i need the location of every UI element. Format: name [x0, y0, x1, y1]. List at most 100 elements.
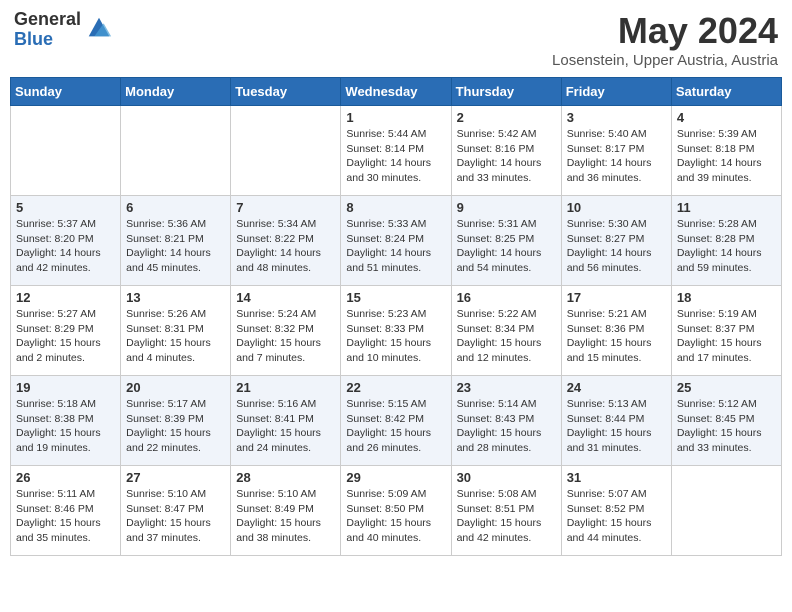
calendar-cell: 11 Sunrise: 5:28 AM Sunset: 8:28 PM Dayli… [671, 196, 781, 286]
day-number: 22 [346, 380, 445, 395]
day-info: Sunrise: 5:10 AM Sunset: 8:47 PM Dayligh… [126, 487, 225, 546]
calendar-week-row: 12Sunrise: 5:27 AM Sunset: 8:29 PM Dayli… [11, 286, 782, 376]
day-info: Sunrise: 5:40 AM Sunset: 8:17 PM Dayligh… [567, 127, 666, 186]
calendar-cell: 3 Sunrise: 5:40 AM Sunset: 8:17 PM Daylig… [561, 106, 671, 196]
calendar-cell: 19Sunrise: 5:18 AM Sunset: 8:38 PM Dayli… [11, 376, 121, 466]
logo-blue-text: Blue [14, 30, 81, 50]
day-number: 16 [457, 290, 556, 305]
weekday-header: Saturday [671, 78, 781, 106]
calendar-week-row: 5Sunrise: 5:37 AM Sunset: 8:20 PM Daylig… [11, 196, 782, 286]
calendar-cell: 7 Sunrise: 5:34 AM Sunset: 8:22 PM Daylig… [231, 196, 341, 286]
day-info: Sunrise: 5:44 AM Sunset: 8:14 PM Dayligh… [346, 127, 445, 186]
day-info: Sunrise: 5:30 AM Sunset: 8:27 PM Dayligh… [567, 217, 666, 276]
calendar-cell [671, 466, 781, 556]
day-info: Sunrise: 5:33 AM Sunset: 8:24 PM Dayligh… [346, 217, 445, 276]
calendar-cell: 4 Sunrise: 5:39 AM Sunset: 8:18 PM Daylig… [671, 106, 781, 196]
calendar-cell: 6 Sunrise: 5:36 AM Sunset: 8:21 PM Daylig… [121, 196, 231, 286]
title-section: May 2024 Losenstein, Upper Austria, Aust… [552, 10, 778, 69]
day-info: Sunrise: 5:23 AM Sunset: 8:33 PM Dayligh… [346, 307, 445, 366]
day-info: Sunrise: 5:34 AM Sunset: 8:22 PM Dayligh… [236, 217, 335, 276]
day-number: 31 [567, 470, 666, 485]
day-info: Sunrise: 5:11 AM Sunset: 8:46 PM Dayligh… [16, 487, 115, 546]
day-number: 20 [126, 380, 225, 395]
day-info: Sunrise: 5:24 AM Sunset: 8:32 PM Dayligh… [236, 307, 335, 366]
day-info: Sunrise: 5:10 AM Sunset: 8:49 PM Dayligh… [236, 487, 335, 546]
page-header: General Blue May 2024 Losenstein, Upper … [10, 10, 782, 69]
day-number: 11 [677, 200, 776, 215]
logo: General Blue [14, 10, 113, 50]
calendar-cell: 23 Sunrise: 5:14 AM Sunset: 8:43 PM Dayli… [451, 376, 561, 466]
calendar-cell: 12Sunrise: 5:27 AM Sunset: 8:29 PM Dayli… [11, 286, 121, 376]
day-info: Sunrise: 5:08 AM Sunset: 8:51 PM Dayligh… [457, 487, 556, 546]
calendar-cell [231, 106, 341, 196]
day-info: Sunrise: 5:13 AM Sunset: 8:44 PM Dayligh… [567, 397, 666, 456]
calendar-cell: 29 Sunrise: 5:09 AM Sunset: 8:50 PM Dayli… [341, 466, 451, 556]
calendar-cell: 15Sunrise: 5:23 AM Sunset: 8:33 PM Dayli… [341, 286, 451, 376]
calendar-week-row: 26 Sunrise: 5:11 AM Sunset: 8:46 PM Dayli… [11, 466, 782, 556]
day-number: 6 [126, 200, 225, 215]
day-number: 8 [346, 200, 445, 215]
calendar-cell: 28 Sunrise: 5:10 AM Sunset: 8:49 PM Dayli… [231, 466, 341, 556]
logo-general-text: General [14, 10, 81, 30]
logo-icon [85, 14, 113, 42]
day-info: Sunrise: 5:42 AM Sunset: 8:16 PM Dayligh… [457, 127, 556, 186]
day-number: 14 [236, 290, 335, 305]
day-info: Sunrise: 5:17 AM Sunset: 8:39 PM Dayligh… [126, 397, 225, 456]
calendar-cell: 13Sunrise: 5:26 AM Sunset: 8:31 PM Dayli… [121, 286, 231, 376]
calendar-cell: 18 Sunrise: 5:19 AM Sunset: 8:37 PM Dayli… [671, 286, 781, 376]
calendar-week-row: 1 Sunrise: 5:44 AM Sunset: 8:14 PM Daylig… [11, 106, 782, 196]
weekday-header: Wednesday [341, 78, 451, 106]
day-number: 1 [346, 110, 445, 125]
calendar-cell: 2Sunrise: 5:42 AM Sunset: 8:16 PM Daylig… [451, 106, 561, 196]
day-info: Sunrise: 5:16 AM Sunset: 8:41 PM Dayligh… [236, 397, 335, 456]
day-number: 25 [677, 380, 776, 395]
weekday-header: Friday [561, 78, 671, 106]
calendar-cell: 21 Sunrise: 5:16 AM Sunset: 8:41 PM Dayli… [231, 376, 341, 466]
weekday-header: Thursday [451, 78, 561, 106]
day-number: 28 [236, 470, 335, 485]
day-number: 17 [567, 290, 666, 305]
calendar-cell: 8 Sunrise: 5:33 AM Sunset: 8:24 PM Daylig… [341, 196, 451, 286]
day-number: 5 [16, 200, 115, 215]
day-number: 21 [236, 380, 335, 395]
day-number: 19 [16, 380, 115, 395]
calendar-cell: 17 Sunrise: 5:21 AM Sunset: 8:36 PM Dayli… [561, 286, 671, 376]
day-number: 27 [126, 470, 225, 485]
calendar-cell: 22 Sunrise: 5:15 AM Sunset: 8:42 PM Dayli… [341, 376, 451, 466]
calendar-cell: 10Sunrise: 5:30 AM Sunset: 8:27 PM Dayli… [561, 196, 671, 286]
calendar-cell: 1 Sunrise: 5:44 AM Sunset: 8:14 PM Daylig… [341, 106, 451, 196]
day-info: Sunrise: 5:21 AM Sunset: 8:36 PM Dayligh… [567, 307, 666, 366]
day-number: 7 [236, 200, 335, 215]
calendar-cell: 26 Sunrise: 5:11 AM Sunset: 8:46 PM Dayli… [11, 466, 121, 556]
day-number: 23 [457, 380, 556, 395]
day-info: Sunrise: 5:39 AM Sunset: 8:18 PM Dayligh… [677, 127, 776, 186]
day-info: Sunrise: 5:14 AM Sunset: 8:43 PM Dayligh… [457, 397, 556, 456]
calendar-table: SundayMondayTuesdayWednesdayThursdayFrid… [10, 77, 782, 556]
calendar-cell: 25Sunrise: 5:12 AM Sunset: 8:45 PM Dayli… [671, 376, 781, 466]
day-info: Sunrise: 5:22 AM Sunset: 8:34 PM Dayligh… [457, 307, 556, 366]
day-number: 3 [567, 110, 666, 125]
day-number: 9 [457, 200, 556, 215]
day-info: Sunrise: 5:28 AM Sunset: 8:28 PM Dayligh… [677, 217, 776, 276]
weekday-header: Tuesday [231, 78, 341, 106]
month-title: May 2024 [552, 10, 778, 52]
weekday-header: Sunday [11, 78, 121, 106]
day-info: Sunrise: 5:26 AM Sunset: 8:31 PM Dayligh… [126, 307, 225, 366]
day-info: Sunrise: 5:09 AM Sunset: 8:50 PM Dayligh… [346, 487, 445, 546]
calendar-cell: 20 Sunrise: 5:17 AM Sunset: 8:39 PM Dayli… [121, 376, 231, 466]
day-number: 26 [16, 470, 115, 485]
day-info: Sunrise: 5:36 AM Sunset: 8:21 PM Dayligh… [126, 217, 225, 276]
day-number: 24 [567, 380, 666, 395]
day-info: Sunrise: 5:15 AM Sunset: 8:42 PM Dayligh… [346, 397, 445, 456]
calendar-cell [121, 106, 231, 196]
day-number: 4 [677, 110, 776, 125]
location: Losenstein, Upper Austria, Austria [552, 52, 778, 69]
day-number: 29 [346, 470, 445, 485]
day-info: Sunrise: 5:19 AM Sunset: 8:37 PM Dayligh… [677, 307, 776, 366]
calendar-cell: 24 Sunrise: 5:13 AM Sunset: 8:44 PM Dayli… [561, 376, 671, 466]
calendar-cell: 27 Sunrise: 5:10 AM Sunset: 8:47 PM Dayli… [121, 466, 231, 556]
day-info: Sunrise: 5:27 AM Sunset: 8:29 PM Dayligh… [16, 307, 115, 366]
day-number: 18 [677, 290, 776, 305]
calendar-cell: 30 Sunrise: 5:08 AM Sunset: 8:51 PM Dayli… [451, 466, 561, 556]
day-number: 30 [457, 470, 556, 485]
